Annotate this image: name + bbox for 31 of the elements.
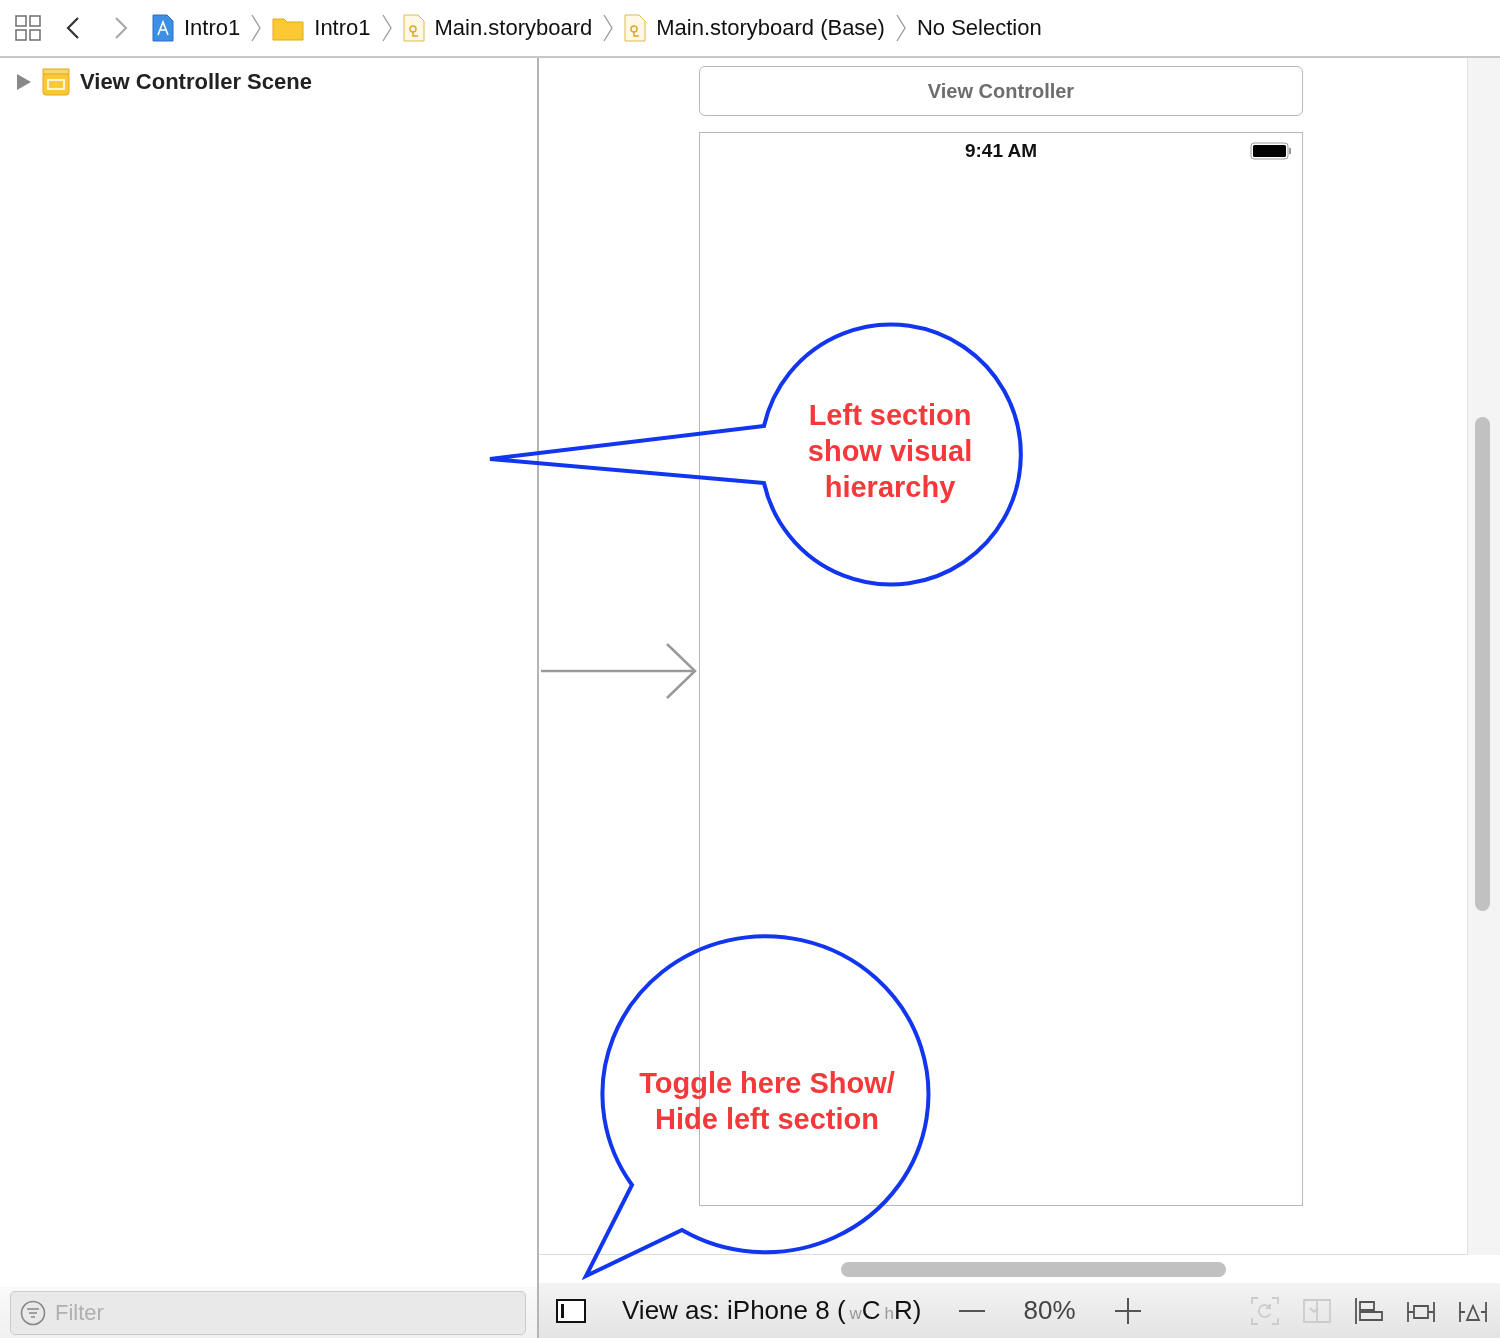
align-icon[interactable]	[1354, 1295, 1384, 1326]
storyboard-file-icon	[402, 14, 425, 42]
outline-item[interactable]: View Controller Scene	[80, 69, 312, 95]
zoom-in-icon[interactable]	[1113, 1295, 1142, 1326]
filter-field[interactable]: Filter	[10, 1291, 526, 1335]
breadcrumb-item[interactable]: Main.storyboard	[434, 15, 593, 41]
breadcrumb-item[interactable]: Intro1	[314, 15, 371, 41]
sidebar-toggle-icon[interactable]	[556, 1298, 586, 1323]
vertical-scrollbar-thumb[interactable]	[1475, 417, 1490, 911]
breadcrumb-separator-icon	[602, 13, 615, 43]
status-time: 9:41 AM	[964, 140, 1038, 162]
scene-icon	[42, 68, 70, 96]
breadcrumb-item[interactable]: Main.storyboard (Base)	[656, 15, 885, 41]
scene-title-bar[interactable]: View Controller	[699, 66, 1303, 116]
breadcrumb-item[interactable]: Intro1	[184, 15, 241, 41]
horizontal-scrollbar-thumb[interactable]	[841, 1261, 1226, 1277]
disclosure-triangle-icon[interactable]	[16, 73, 32, 91]
folder-icon	[272, 15, 305, 41]
callout-text: Left section show visual hierarchy	[806, 398, 974, 505]
breadcrumb-item[interactable]: No Selection	[916, 15, 1042, 41]
breadcrumb-separator-icon	[250, 13, 263, 43]
device-config-label[interactable]: View as: iPhone 8 (wC hR)	[622, 1295, 922, 1326]
grid-icon[interactable]	[14, 14, 42, 42]
battery-icon	[1250, 142, 1292, 160]
app-project-icon	[152, 14, 174, 42]
zoom-level: 80%	[1023, 1295, 1076, 1326]
storyboard-file-icon	[624, 14, 647, 42]
filter-icon	[20, 1300, 46, 1326]
breadcrumb-separator-icon	[380, 13, 393, 43]
callout-text: Toggle here Show/ Hide left section	[638, 1066, 896, 1137]
breadcrumb-separator-icon	[894, 13, 907, 43]
